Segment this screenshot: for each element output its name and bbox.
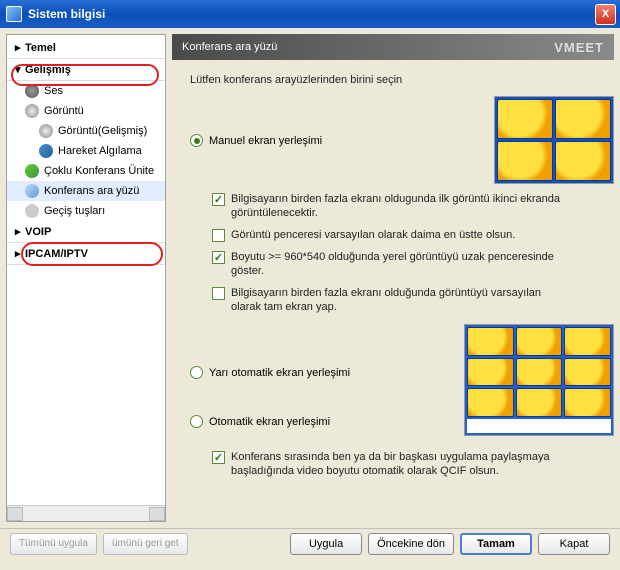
close-button[interactable]: X bbox=[595, 4, 616, 25]
category-advanced[interactable]: ▾Gelişmiş bbox=[7, 59, 165, 81]
sidebar-item-goruntu-adv[interactable]: Görüntü(Gelişmiş) bbox=[7, 121, 165, 141]
radio-auto[interactable]: Otomatik ekran yerleşimi bbox=[190, 415, 454, 428]
multi-icon bbox=[25, 164, 39, 178]
checkbox-icon bbox=[212, 287, 225, 300]
sidebar-item-coklu[interactable]: Çoklu Konferans Ünite bbox=[7, 161, 165, 181]
sidebar-item-goruntu[interactable]: Görüntü bbox=[7, 101, 165, 121]
window-title: Sistem bilgisi bbox=[28, 7, 595, 21]
checkbox-resolution[interactable]: ✓Boyutu >= 960*540 olduğunda yerel görün… bbox=[212, 250, 562, 278]
brand-label: VMEET bbox=[554, 40, 604, 55]
category-ipcam[interactable]: ▸IPCAM/IPTV bbox=[7, 243, 165, 265]
ok-button[interactable]: Tamam bbox=[460, 533, 532, 555]
keys-icon bbox=[25, 204, 39, 218]
sidebar-item-gecis[interactable]: Geçiş tuşları bbox=[7, 201, 165, 221]
preview-semi-auto bbox=[464, 324, 614, 436]
checkbox-fullscreen[interactable]: Bilgisayarın birden fazla ekranı olduğun… bbox=[212, 286, 562, 314]
close-footer-button[interactable]: Kapat bbox=[538, 533, 610, 555]
sound-icon bbox=[25, 84, 39, 98]
category-basic[interactable]: ▸Temel bbox=[7, 37, 165, 59]
sidebar: ▸Temel ▾Gelişmiş Ses Görüntü Görüntü(Gel… bbox=[6, 34, 166, 522]
title-bar: Sistem bilgisi X bbox=[0, 0, 620, 28]
camera-icon bbox=[25, 104, 39, 118]
camera-icon bbox=[39, 124, 53, 138]
checkbox-icon: ✓ bbox=[212, 193, 225, 206]
sidebar-item-konferans[interactable]: Konferans ara yüzü bbox=[7, 181, 165, 201]
checkbox-icon: ✓ bbox=[212, 251, 225, 264]
conference-icon bbox=[25, 184, 39, 198]
content-panel: Konferans ara yüzü VMEET Lütfen konferan… bbox=[172, 34, 614, 522]
checkbox-qcif[interactable]: ✓Konferans sırasında ben ya da bir başka… bbox=[212, 450, 562, 478]
sidebar-item-ses[interactable]: Ses bbox=[7, 81, 165, 101]
checkbox-icon bbox=[212, 229, 225, 242]
apply-button[interactable]: Uygula bbox=[290, 533, 362, 555]
motion-icon bbox=[39, 144, 53, 158]
app-icon bbox=[6, 6, 22, 22]
radio-icon bbox=[190, 366, 203, 379]
previous-button[interactable]: Öncekine dön bbox=[368, 533, 454, 555]
revert-all-button[interactable]: ümünü geri get bbox=[103, 533, 188, 555]
radio-icon bbox=[190, 415, 203, 428]
checkbox-multi-screen[interactable]: ✓Bilgisayarın birden fazla ekranı oldugu… bbox=[212, 192, 562, 220]
checkbox-icon: ✓ bbox=[212, 451, 225, 464]
content-header: Konferans ara yüzü VMEET bbox=[172, 34, 614, 60]
footer: Tümünü uygula ümünü geri get Uygula Önce… bbox=[0, 528, 620, 558]
checkbox-always-top[interactable]: Görüntü penceresi varsayılan olarak daim… bbox=[212, 228, 562, 242]
sidebar-item-hareket[interactable]: Hareket Algılama bbox=[7, 141, 165, 161]
category-voip[interactable]: ▸VOIP bbox=[7, 221, 165, 243]
sidebar-scrollbar[interactable] bbox=[7, 505, 165, 521]
radio-semi-auto[interactable]: Yarı otomatik ekran yerleşimi bbox=[190, 366, 454, 379]
preview-manual bbox=[494, 96, 614, 184]
instruction-text: Lütfen konferans arayüzlerinden birini s… bbox=[190, 74, 614, 86]
apply-all-button[interactable]: Tümünü uygula bbox=[10, 533, 97, 555]
content-title: Konferans ara yüzü bbox=[182, 41, 277, 53]
radio-manual[interactable]: Manuel ekran yerleşimi bbox=[190, 134, 484, 147]
radio-icon bbox=[190, 134, 203, 147]
